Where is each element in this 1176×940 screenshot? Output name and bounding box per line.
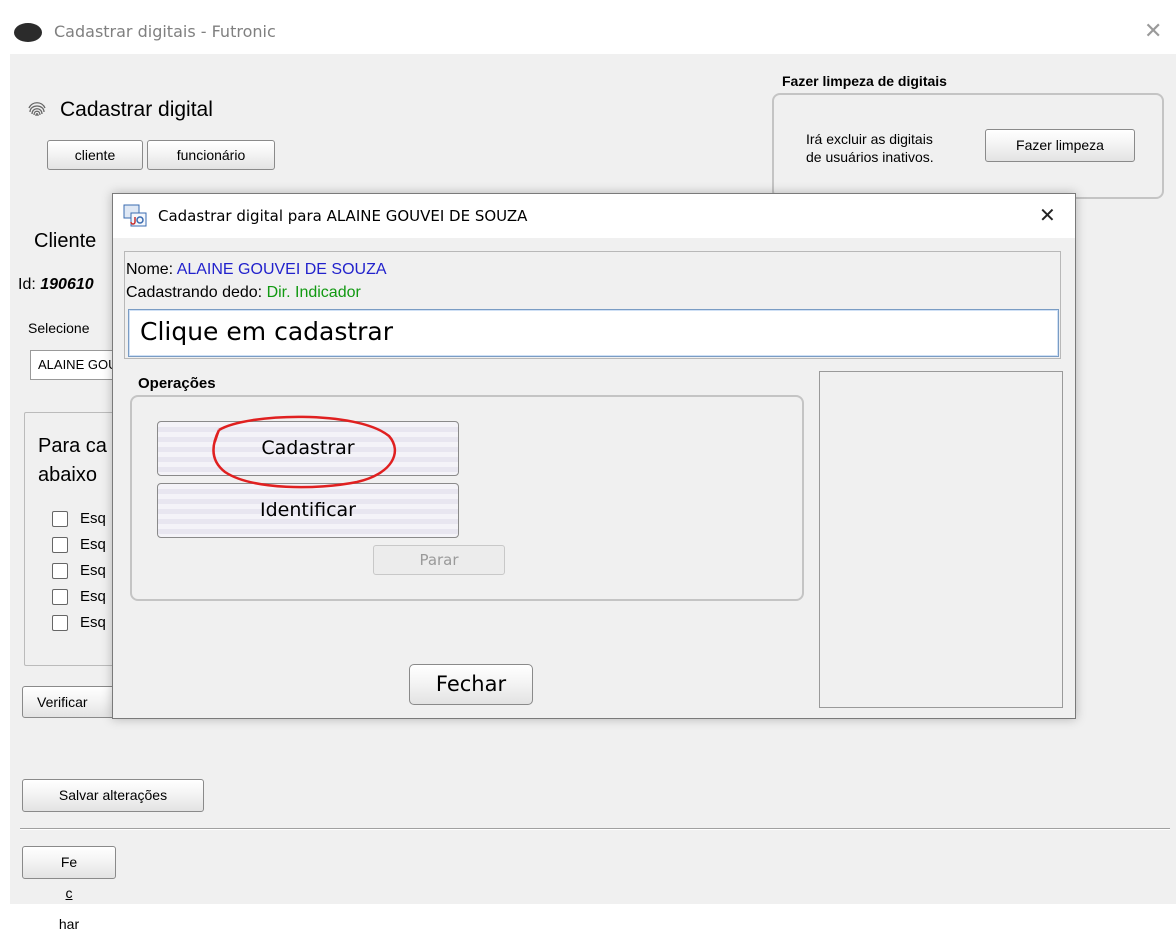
- name-value: ALAINE GOUVEI DE SOUZA: [176, 261, 387, 278]
- finger-instructions: Para ca abaixo: [38, 432, 107, 490]
- operations-legend: Operações: [138, 375, 216, 392]
- finger-checkbox-4[interactable]: [52, 589, 68, 605]
- cleanup-description: Irá excluir as digitais de usuários inat…: [806, 130, 934, 166]
- fechar-dialog-button[interactable]: Fechar: [409, 664, 533, 705]
- identificar-button-label: Identificar: [260, 499, 356, 521]
- salvar-alteracoes-button-label: Salvar alterações: [58, 787, 168, 803]
- page-title: Cadastrar digital: [60, 98, 213, 121]
- finger-instructions-line1: Para ca: [38, 435, 107, 457]
- status-message-field: Clique em cadastrar: [128, 309, 1059, 357]
- fechar-dialog-button-label: Fechar: [435, 672, 507, 696]
- finger-value: Dir. Indicador: [266, 284, 361, 301]
- cliente-button[interactable]: cliente: [47, 140, 143, 170]
- finger-checkbox-1-label: Esq: [80, 510, 106, 527]
- enroll-dialog: Cadastrar digital para ALAINE GOUVEI DE …: [112, 193, 1076, 719]
- finger-checkbox-5-label: Esq: [80, 614, 106, 631]
- finger-checkbox-2-label: Esq: [80, 536, 106, 553]
- fazer-limpeza-button-label: Fazer limpeza: [1016, 137, 1104, 153]
- section-label-cliente: Cliente: [34, 230, 97, 252]
- finger-checkbox-5[interactable]: [52, 615, 68, 631]
- finger-label: Cadastrando dedo:: [126, 284, 263, 301]
- app-logo-icon: [14, 23, 42, 42]
- name-label: Nome:: [126, 261, 174, 278]
- fingerprint-icon: [26, 98, 50, 122]
- annotation-circle: [212, 415, 397, 489]
- client-id-value: 190610: [40, 276, 94, 293]
- cliente-button-label: cliente: [74, 147, 116, 163]
- finger-instructions-line2: abaixo: [38, 464, 97, 486]
- finger-checkbox-2[interactable]: [52, 537, 68, 553]
- java-app-icon: [123, 204, 147, 228]
- name-row: Nome: ALAINE GOUVEI DE SOUZA: [126, 258, 387, 281]
- cleanup-description-line2: de usuários inativos.: [806, 149, 934, 165]
- finger-checkbox-3-label: Esq: [80, 562, 106, 579]
- fingerprint-preview-panel: [819, 371, 1063, 708]
- main-window-title: Cadastrar digitais - Futronic: [54, 22, 276, 41]
- finger-row: Cadastrando dedo: Dir. Indicador: [126, 281, 361, 304]
- finger-checkbox-3[interactable]: [52, 563, 68, 579]
- finger-checkbox-4-label: Esq: [80, 588, 106, 605]
- salvar-alteracoes-button[interactable]: Salvar alterações: [22, 779, 204, 812]
- finger-checkbox-1[interactable]: [52, 511, 68, 527]
- parar-button[interactable]: Parar: [373, 545, 505, 575]
- fazer-limpeza-button[interactable]: Fazer limpeza: [985, 129, 1135, 162]
- cleanup-group-legend: Fazer limpeza de digitais: [782, 73, 947, 89]
- client-id: Id: 190610: [18, 276, 94, 294]
- funcionario-button[interactable]: funcionário: [147, 140, 275, 170]
- client-id-label: Id:: [18, 276, 36, 293]
- parar-button-label: Parar: [419, 551, 459, 569]
- fechar-main-button[interactable]: Fe c har: [22, 846, 116, 932]
- cleanup-description-line1: Irá excluir as digitais: [806, 131, 933, 147]
- separator: [20, 828, 1170, 830]
- main-window-titlebar: Cadastrar digitais - Futronic ✕: [0, 10, 1176, 54]
- dialog-title: Cadastrar digital para ALAINE GOUVEI DE …: [158, 207, 528, 225]
- fechar-main-button-label: Fe c har: [58, 854, 80, 932]
- dialog-close-icon[interactable]: ✕: [1039, 203, 1056, 228]
- funcionario-button-label: funcionário: [176, 147, 246, 163]
- dialog-titlebar: Cadastrar digital para ALAINE GOUVEI DE …: [113, 194, 1075, 238]
- main-window-close-icon[interactable]: ✕: [1144, 18, 1162, 44]
- select-label: Selecione: [28, 320, 90, 336]
